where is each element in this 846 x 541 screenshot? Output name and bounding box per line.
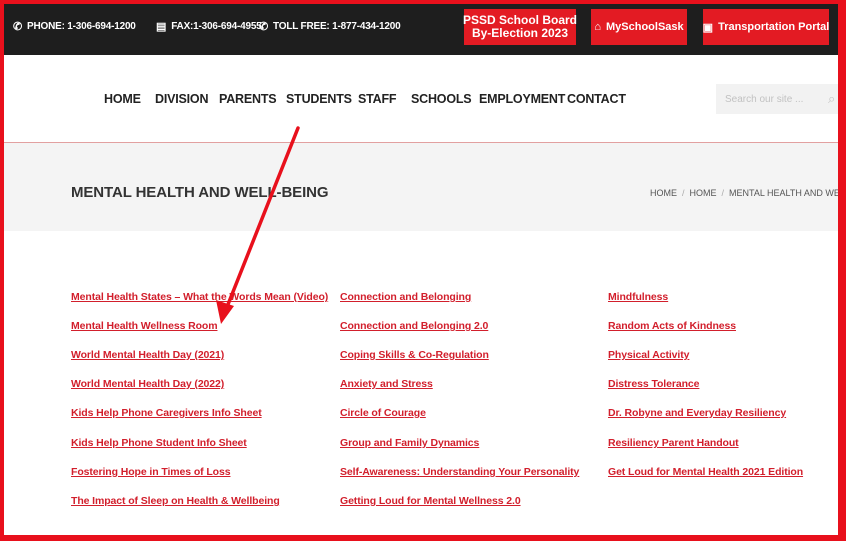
link-circle-of-courage[interactable]: Circle of Courage xyxy=(340,407,426,419)
page-title: MENTAL HEALTH AND WELL-BEING xyxy=(71,184,329,201)
link-coping-skills[interactable]: Coping Skills & Co-Regulation xyxy=(340,349,489,361)
breadcrumb-current: MENTAL HEALTH AND WELL-BEIN xyxy=(729,188,846,198)
phone-icon: ✆ xyxy=(13,21,23,33)
arrow-head xyxy=(216,300,234,324)
link-khp-caregivers[interactable]: Kids Help Phone Caregivers Info Sheet xyxy=(71,407,262,419)
link-fostering-hope[interactable]: Fostering Hope in Times of Loss xyxy=(71,466,231,478)
link-distress-tolerance[interactable]: Distress Tolerance xyxy=(608,378,699,390)
myschoolsask-label: MySchoolSask xyxy=(606,21,684,33)
link-self-awareness[interactable]: Self-Awareness: Understanding Your Perso… xyxy=(340,466,579,478)
phone-text: PHONE: 1-306-694-1200 xyxy=(27,21,136,32)
annotation-frame xyxy=(0,0,846,541)
nav-staff[interactable]: STAFF xyxy=(358,92,397,106)
fax-contact[interactable]: ▤ FAX:1-306-694-4955 xyxy=(156,20,262,33)
tollfree-contact[interactable]: ✆ TOLL FREE: 1-877-434-1200 xyxy=(259,20,401,33)
link-physical-activity[interactable]: Physical Activity xyxy=(608,349,689,361)
transportation-button[interactable]: ▣ Transportation Portal xyxy=(703,9,829,45)
election-line2: By-Election 2023 xyxy=(471,26,569,40)
breadcrumb: HOME/HOME/MENTAL HEALTH AND WELL-BEIN xyxy=(650,188,846,198)
link-anxiety-stress[interactable]: Anxiety and Stress xyxy=(340,378,433,390)
link-world-mh-day-2022[interactable]: World Mental Health Day (2022) xyxy=(71,378,224,390)
link-connection-belonging[interactable]: Connection and Belonging xyxy=(340,291,471,303)
fax-text: FAX:1-306-694-4955 xyxy=(171,21,262,32)
link-random-acts[interactable]: Random Acts of Kindness xyxy=(608,320,736,332)
nav-schools[interactable]: SCHOOLS xyxy=(411,92,472,106)
myschoolsask-button[interactable]: ⌂ MySchoolSask xyxy=(591,9,687,45)
search-icon[interactable]: ⌕ xyxy=(828,91,835,107)
link-wellness-room[interactable]: Mental Health Wellness Room xyxy=(71,320,218,332)
link-mental-health-states[interactable]: Mental Health States – What the Words Me… xyxy=(71,291,328,303)
link-world-mh-day-2021[interactable]: World Mental Health Day (2021) xyxy=(71,349,224,361)
tollfree-text: TOLL FREE: 1-877-434-1200 xyxy=(273,21,401,32)
phone-icon: ✆ xyxy=(259,21,269,33)
nav-employment[interactable]: EMPLOYMENT xyxy=(479,92,565,106)
link-khp-student[interactable]: Kids Help Phone Student Info Sheet xyxy=(71,437,247,449)
nav-division[interactable]: DIVISION xyxy=(155,92,208,106)
breadcrumb-home-2[interactable]: HOME xyxy=(690,188,717,198)
home-icon: ⌂ xyxy=(594,21,601,33)
nav-home[interactable]: HOME xyxy=(104,92,141,106)
fax-icon: ▤ xyxy=(156,21,167,33)
nav-parents[interactable]: PARENTS xyxy=(219,92,277,106)
link-resiliency-handout[interactable]: Resiliency Parent Handout xyxy=(608,437,739,449)
page-header: MENTAL HEALTH AND WELL-BEING HOME / HOME / M… xyxy=(0,142,846,231)
link-connection-belonging-2[interactable]: Connection and Belonging 2.0 xyxy=(340,320,488,332)
phone-contact[interactable]: ✆ PHONE: 1-306-694-1200 xyxy=(13,20,136,33)
search-input[interactable] xyxy=(716,84,821,114)
search-box: ⌕ xyxy=(716,84,840,114)
nav-contact[interactable]: CONTACT xyxy=(567,92,626,106)
link-mindfulness[interactable]: Mindfulness xyxy=(608,291,668,303)
bus-icon: ▣ xyxy=(702,21,714,34)
link-impact-of-sleep[interactable]: The Impact of Sleep on Health & Wellbein… xyxy=(71,495,280,507)
link-get-loud-2021[interactable]: Get Loud for Mental Health 2021 Edition xyxy=(608,466,803,478)
annotation-arrow xyxy=(216,126,300,324)
link-group-family[interactable]: Group and Family Dynamics xyxy=(340,437,479,449)
election-button[interactable]: PSSD School Board By-Election 2023 xyxy=(463,9,577,45)
transportation-label: Transportation Portal xyxy=(718,21,830,33)
link-getting-loud-2[interactable]: Getting Loud for Mental Wellness 2.0 xyxy=(340,495,521,507)
nav-students[interactable]: STUDENTS xyxy=(286,92,352,106)
top-bar: ✆ PHONE: 1-306-694-1200 ▤ FAX:1-306-694-49… xyxy=(0,0,846,55)
link-dr-robyne[interactable]: Dr. Robyne and Everyday Resiliency xyxy=(608,407,786,419)
breadcrumb-home[interactable]: HOME xyxy=(650,188,677,198)
